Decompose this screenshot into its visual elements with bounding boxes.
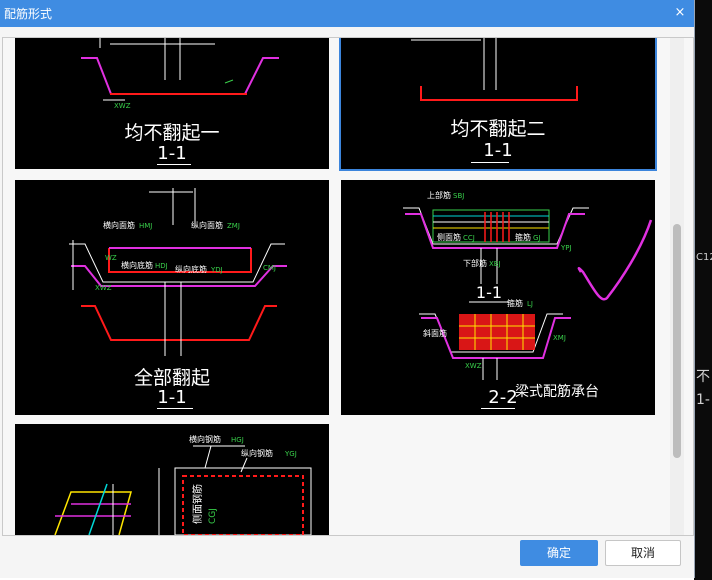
ok-button[interactable]: 确定 bbox=[520, 540, 598, 566]
drawing-label: XMJ bbox=[553, 334, 566, 342]
option-section-label: 1-1 bbox=[483, 140, 513, 161]
drawing-label: 纵向钢筋 bbox=[241, 448, 273, 458]
option-tile-5[interactable]: 横向钢筋 HGJ 纵向钢筋 YGJ 侧面钢筋 CGJ bbox=[15, 424, 329, 535]
options-panel: XWZ 均不翻起一 1-1 均不翻起二 1-1 横向面筋 HMJ 纵向面筋 ZM… bbox=[2, 37, 694, 536]
drawing-label: ZMJ bbox=[227, 222, 240, 230]
drawing-label: LJ bbox=[527, 300, 533, 308]
background-window: C12 不 1- bbox=[694, 0, 712, 580]
background-text: 1- bbox=[696, 392, 710, 408]
drawing-label: XBJ bbox=[489, 260, 501, 268]
drawing-label: WZ bbox=[105, 254, 117, 262]
option-section-label: 1-1 bbox=[157, 143, 187, 164]
drawing-label: HGJ bbox=[231, 436, 244, 444]
option-caption: 梁式配筋承台 bbox=[515, 384, 599, 400]
close-button[interactable]: × bbox=[670, 3, 690, 23]
drawing-label: HDJ bbox=[155, 262, 168, 270]
drawing-label: 横向底筋 bbox=[121, 260, 153, 270]
option-section-label: 1-1 bbox=[157, 387, 187, 408]
drawing-label: SBJ bbox=[453, 192, 464, 200]
drawing-label: 箍筋 bbox=[515, 232, 531, 242]
drawing-label: CCJ bbox=[463, 234, 475, 242]
drawing-label: CMJ bbox=[263, 264, 276, 272]
background-text: 不 bbox=[696, 369, 710, 385]
drawing-label: 斜面筋 bbox=[423, 328, 447, 338]
dialog-title: 配筋形式 bbox=[4, 7, 53, 21]
drawing-label: GJ bbox=[533, 234, 541, 242]
drawing-label: 横向钢筋 bbox=[189, 434, 221, 444]
drawing-label: XWZ bbox=[95, 284, 112, 292]
drawing-label: XWZ bbox=[114, 102, 131, 110]
scrollbar-thumb[interactable] bbox=[673, 224, 681, 458]
drawing-section-label: 1-1 bbox=[476, 283, 502, 302]
section-underline bbox=[481, 408, 515, 409]
dialog-titlebar: 配筋形式 × bbox=[0, 0, 694, 27]
section-underline bbox=[471, 162, 509, 163]
cancel-button[interactable]: 取消 bbox=[605, 540, 681, 566]
drawing: 横向钢筋 HGJ 纵向钢筋 YGJ 侧面钢筋 CGJ bbox=[54, 434, 312, 535]
drawing-label: HMJ bbox=[139, 222, 152, 230]
option-tile-1[interactable]: XWZ 均不翻起一 1-1 bbox=[15, 38, 329, 169]
drawing-label: 纵向底筋 bbox=[175, 264, 207, 274]
drawing-label: 上部筋 bbox=[427, 190, 451, 200]
drawing-label: XWZ bbox=[465, 362, 482, 370]
drawing-label: 侧面筋 bbox=[437, 232, 461, 242]
drawing-label: 纵向面筋 bbox=[191, 220, 223, 230]
drawing-label: CGJ bbox=[208, 508, 218, 524]
option-caption: 均不翻起一 bbox=[124, 122, 220, 144]
drawing-label: YDJ bbox=[210, 266, 223, 274]
section-underline bbox=[157, 408, 193, 409]
drawing: 上部筋 SBJ 侧面筋 CCJ 箍筋 GJ 下部筋 XBJ YPJ 1-1 箍筋… bbox=[403, 190, 653, 380]
drawing-label: 下部筋 bbox=[463, 258, 487, 268]
option-caption: 均不翻起二 bbox=[450, 118, 546, 140]
section-underline bbox=[157, 164, 191, 165]
background-text: C12 bbox=[696, 252, 712, 263]
drawing-label: YGJ bbox=[284, 450, 297, 458]
option-tile-4[interactable]: 上部筋 SBJ 侧面筋 CCJ 箍筋 GJ 下部筋 XBJ YPJ 1-1 箍筋… bbox=[341, 180, 655, 415]
option-tile-3[interactable]: 横向面筋 HMJ 纵向面筋 ZMJ 横向底筋 HDJ 纵向底筋 YDJ CMJ … bbox=[15, 180, 329, 415]
drawing-label: 横向面筋 bbox=[103, 220, 135, 230]
drawing-label: 箍筋 bbox=[507, 298, 523, 308]
option-tile-2[interactable]: 均不翻起二 1-1 bbox=[339, 38, 657, 171]
drawing-label: YPJ bbox=[560, 244, 572, 252]
drawing-label: 侧面钢筋 bbox=[191, 484, 204, 524]
option-caption: 全部翻起 bbox=[133, 367, 210, 389]
rebar-form-dialog: 配筋形式 × XWZ 均不翻起一 1-1 均不翻起二 1-1 横向面筋 HMJ … bbox=[0, 0, 695, 578]
